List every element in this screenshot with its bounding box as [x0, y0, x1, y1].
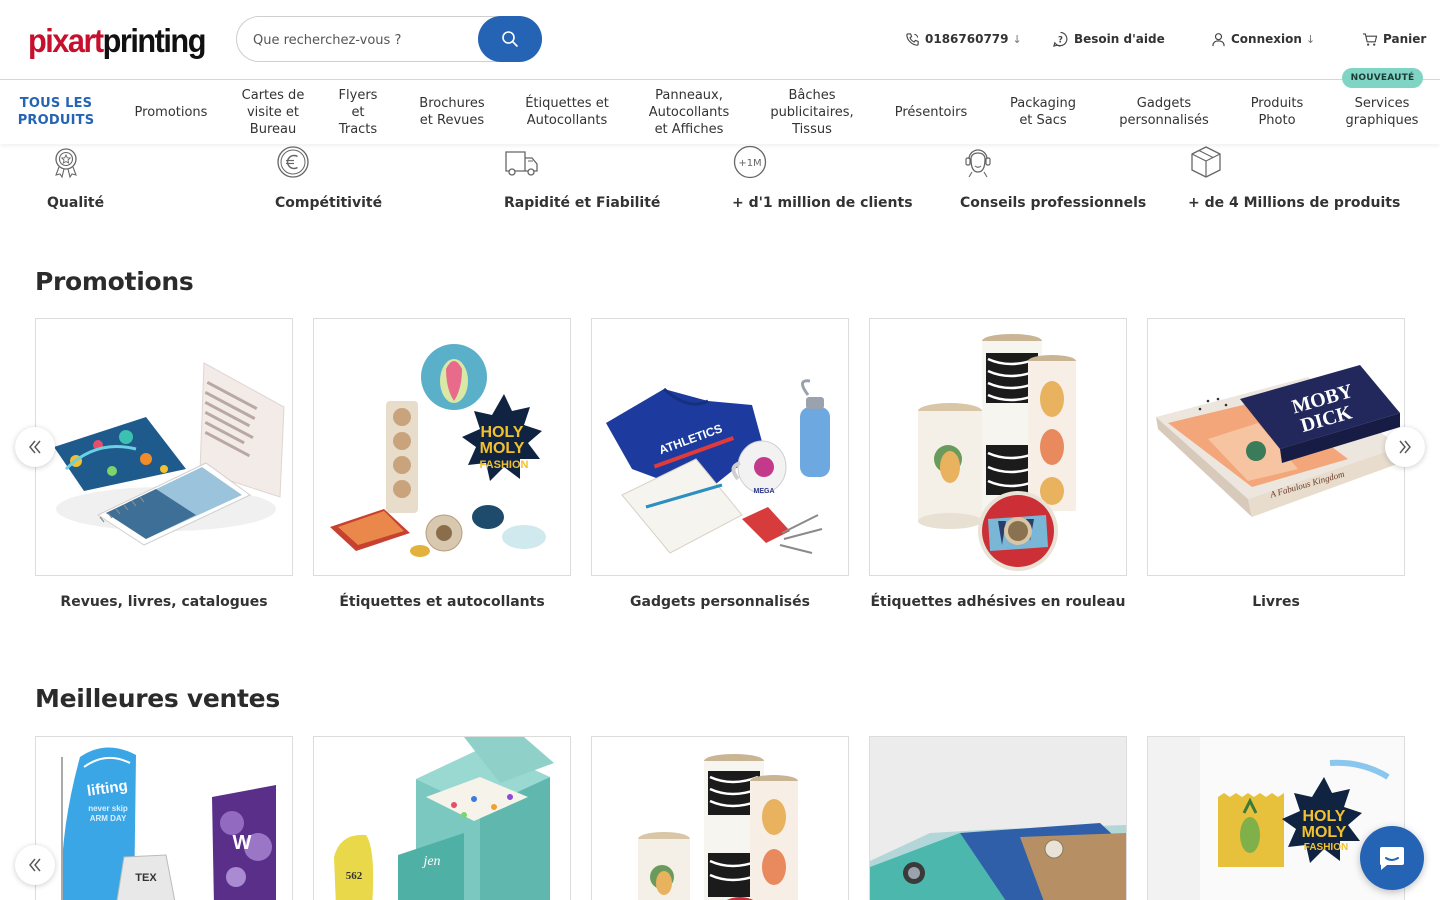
- product-image: lifting never skip ARM DAY TEX W: [35, 736, 293, 900]
- phone-icon: [906, 32, 919, 46]
- nav-photo-products[interactable]: Produits Photo: [1240, 80, 1314, 144]
- product-image: ATHLETICS MEGA: [591, 318, 849, 576]
- phone-number: 0186760779: [925, 32, 1009, 46]
- user-icon: [1212, 32, 1225, 46]
- phone-link[interactable]: 0186760779 ↓: [905, 29, 1022, 49]
- product-image: [869, 736, 1127, 900]
- chevron-down-icon: ↓: [1305, 32, 1316, 46]
- svg-text:?: ?: [1058, 35, 1063, 45]
- chevron-double-right-icon: [1399, 440, 1411, 454]
- login-label: Connexion: [1231, 32, 1302, 46]
- search-input[interactable]: [253, 29, 477, 51]
- svg-text:MEGA: MEGA: [754, 488, 775, 495]
- login-link[interactable]: Connexion ↓: [1211, 29, 1315, 49]
- nav-all-products[interactable]: TOUS LES PRODUITS: [14, 80, 98, 144]
- nav-banners[interactable]: Bâches publicitaires, Tissus: [764, 80, 860, 144]
- chevron-double-left-icon: [29, 440, 41, 454]
- nav-business-cards[interactable]: Cartes de visite et Bureau: [240, 80, 306, 144]
- cart-link[interactable]: Panier: [1362, 29, 1426, 49]
- card-title: Étiquettes et autocollants: [339, 594, 545, 610]
- svg-text:MOLY: MOLY: [480, 440, 525, 457]
- nav-packaging[interactable]: Packaging et Sacs: [1003, 80, 1083, 144]
- chevron-down-icon: ↓: [1012, 32, 1022, 46]
- header: pixartprinting 0186760779 ↓ ? Besoin d'a…: [0, 0, 1440, 79]
- search-icon: [502, 31, 518, 47]
- help-link[interactable]: ? Besoin d'aide: [1052, 29, 1165, 49]
- help-label: Besoin d'aide: [1074, 32, 1165, 46]
- search-box: [236, 16, 542, 62]
- product-image: [869, 318, 1127, 576]
- svg-text:W: W: [233, 832, 252, 854]
- feature-label: Rapidité et Fiabilité: [504, 195, 661, 211]
- feature-label: Compétitivité: [275, 195, 383, 211]
- nav-gadgets[interactable]: Gadgets personnalisés: [1114, 80, 1214, 144]
- svg-text:MOLY: MOLY: [1302, 824, 1347, 841]
- help-icon: ?: [1053, 31, 1068, 47]
- card-title: Livres: [1252, 594, 1300, 610]
- chat-button[interactable]: [1360, 826, 1424, 890]
- million-icon: +1M: [733, 145, 767, 179]
- million-icon-text: +1M: [738, 158, 761, 169]
- support-agent-icon: [965, 149, 991, 178]
- feature-label: + d'1 million de clients: [732, 195, 913, 211]
- logo[interactable]: pixartprinting: [28, 22, 207, 59]
- carousel-prev-button[interactable]: [15, 427, 55, 467]
- feature-label: + de 4 Millions de produits: [1188, 195, 1401, 211]
- cart-label: Panier: [1383, 32, 1427, 46]
- nav-panels[interactable]: Panneaux, Autocollants et Affiches: [641, 80, 737, 144]
- logo-part-2: printing: [102, 22, 207, 59]
- cart-icon: [1362, 32, 1378, 46]
- svg-text:TEX: TEX: [135, 872, 157, 884]
- logo-part-1: pixart: [28, 22, 104, 59]
- feature-label: Qualité: [47, 195, 105, 211]
- bestsellers-prev-button[interactable]: [15, 845, 55, 885]
- svg-text:jen: jen: [421, 854, 440, 869]
- new-badge: NOUVEAUTÉ: [1342, 68, 1423, 88]
- bestsellers-title: Meilleures ventes: [35, 684, 280, 713]
- nav-brochures[interactable]: Brochures et Revues: [412, 80, 492, 144]
- svg-text:never skip: never skip: [88, 804, 128, 813]
- product-image: [591, 736, 849, 900]
- svg-text:HOLY: HOLY: [1303, 808, 1346, 825]
- euro-icon: [277, 146, 309, 178]
- card-title: Étiquettes adhésives en rouleau: [870, 594, 1126, 610]
- carousel-next-button[interactable]: [1385, 427, 1425, 467]
- nav-promotions[interactable]: Promotions: [126, 80, 216, 144]
- svg-text:FASHION: FASHION: [480, 459, 529, 471]
- nav-graphic-services[interactable]: Services graphiques: [1338, 80, 1426, 144]
- card-title: Gadgets personnalisés: [630, 594, 810, 610]
- svg-text:ARM DAY: ARM DAY: [90, 814, 127, 823]
- box-icon: [1191, 146, 1221, 178]
- main-nav: TOUS LES PRODUITS Promotions Cartes de v…: [0, 80, 1440, 144]
- nav-labels[interactable]: Étiquettes et Autocollants: [520, 80, 614, 144]
- feature-label: Conseils professionnels: [960, 195, 1147, 211]
- svg-text:562: 562: [346, 870, 363, 882]
- card-title: Revues, livres, catalogues: [60, 594, 268, 610]
- svg-text:FASHION: FASHION: [1304, 842, 1348, 853]
- search-button[interactable]: [478, 16, 542, 62]
- nav-flyers[interactable]: Flyers et Tracts: [332, 80, 384, 144]
- svg-text:HOLY: HOLY: [481, 424, 524, 441]
- product-image: [35, 318, 293, 576]
- truck-icon: [505, 151, 538, 176]
- promotions-title: Promotions: [35, 267, 194, 296]
- chevron-double-left-icon: [29, 858, 41, 872]
- product-image: MOBY DICK A Fabulous Kingdom: [1147, 318, 1405, 576]
- chat-icon: [1380, 847, 1404, 870]
- product-image: HOLY MOLY FASHION: [313, 318, 571, 576]
- nav-displays[interactable]: Présentoirs: [886, 80, 976, 144]
- award-icon: [55, 148, 77, 179]
- product-image: 562 jen: [313, 736, 571, 900]
